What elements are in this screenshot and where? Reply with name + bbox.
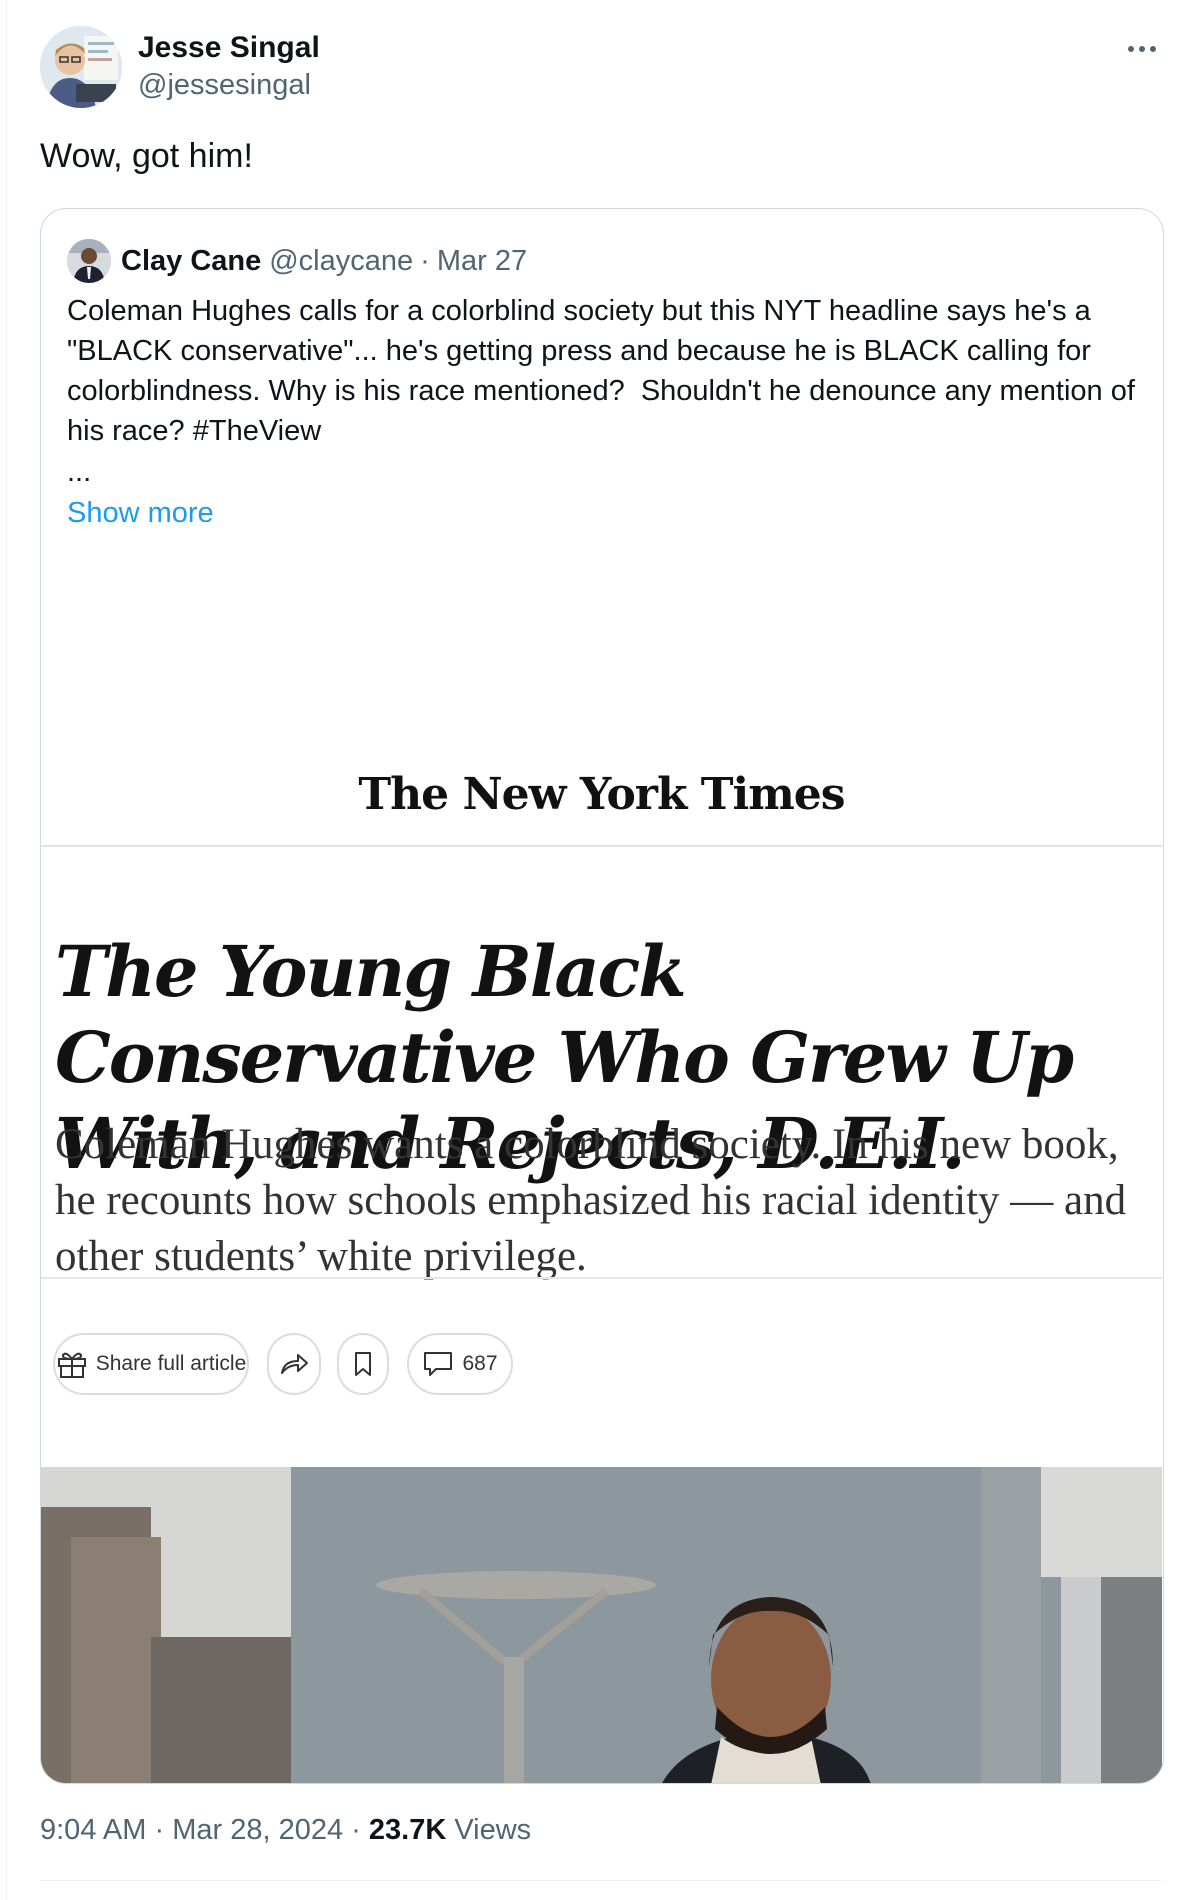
publication-logo: The New York Times	[358, 769, 845, 820]
divider	[40, 1880, 1162, 1881]
comments-count: 687	[462, 1352, 498, 1375]
quoted-author-avatar	[67, 239, 111, 283]
views-count[interactable]: 23.7K	[369, 1814, 446, 1846]
views-label: Views	[454, 1814, 532, 1846]
more-options-button[interactable]	[1122, 34, 1162, 64]
tweet-metadata: 9:04 AM · Mar 28, 2024 · 23.7K Views	[40, 1810, 531, 1850]
share-button	[267, 1333, 321, 1395]
quoted-tweet-text: Coleman Hughes calls for a colorblind so…	[67, 295, 1143, 447]
tweet-header: Jesse Singal @jessesingal	[40, 26, 1162, 110]
timeline-divider	[6, 0, 7, 1900]
article-photo	[41, 1467, 1162, 1783]
show-more-link[interactable]: Show more	[67, 493, 214, 533]
bookmark-icon	[352, 1350, 374, 1378]
quoted-author-display-name[interactable]: Clay Cane	[121, 245, 261, 278]
share-arrow-icon	[278, 1351, 310, 1377]
quoted-tweet-date[interactable]: Mar 27	[437, 245, 527, 278]
separator-dot: ·	[420, 244, 430, 277]
comment-icon	[422, 1350, 454, 1378]
tweet-time[interactable]: 9:04 AM	[40, 1814, 146, 1846]
quoted-tweet-header: Clay Cane @claycane · Mar 27	[67, 239, 527, 283]
divider	[41, 845, 1162, 847]
comments-button: 687	[407, 1333, 513, 1395]
article-summary: Coleman Hughes wants a colorblind societ…	[55, 1121, 1127, 1280]
article-screenshot-image[interactable]: The New York Times The Young Black Conse…	[41, 559, 1162, 1783]
gift-icon	[56, 1349, 88, 1379]
separator-dot: ·	[154, 1814, 165, 1846]
tweet-text: Wow, got him!	[40, 137, 253, 175]
share-full-article-label: Share full article	[95, 1352, 247, 1375]
author-handle[interactable]: @jessesingal	[138, 66, 320, 104]
author-display-name[interactable]: Jesse Singal	[138, 30, 320, 66]
share-full-article-button: Share full article	[53, 1333, 249, 1395]
author-avatar[interactable]	[40, 26, 122, 108]
tweet-date[interactable]: Mar 28, 2024	[172, 1814, 343, 1846]
divider	[41, 1277, 1162, 1279]
quoted-tweet-ellipsis: ...	[67, 456, 92, 488]
separator-dot: ·	[351, 1814, 361, 1846]
save-button	[337, 1333, 389, 1395]
quoted-tweet[interactable]: Clay Cane @claycane · Mar 27 Coleman Hug…	[40, 208, 1164, 1784]
quoted-author-handle[interactable]: @claycane	[269, 245, 413, 278]
